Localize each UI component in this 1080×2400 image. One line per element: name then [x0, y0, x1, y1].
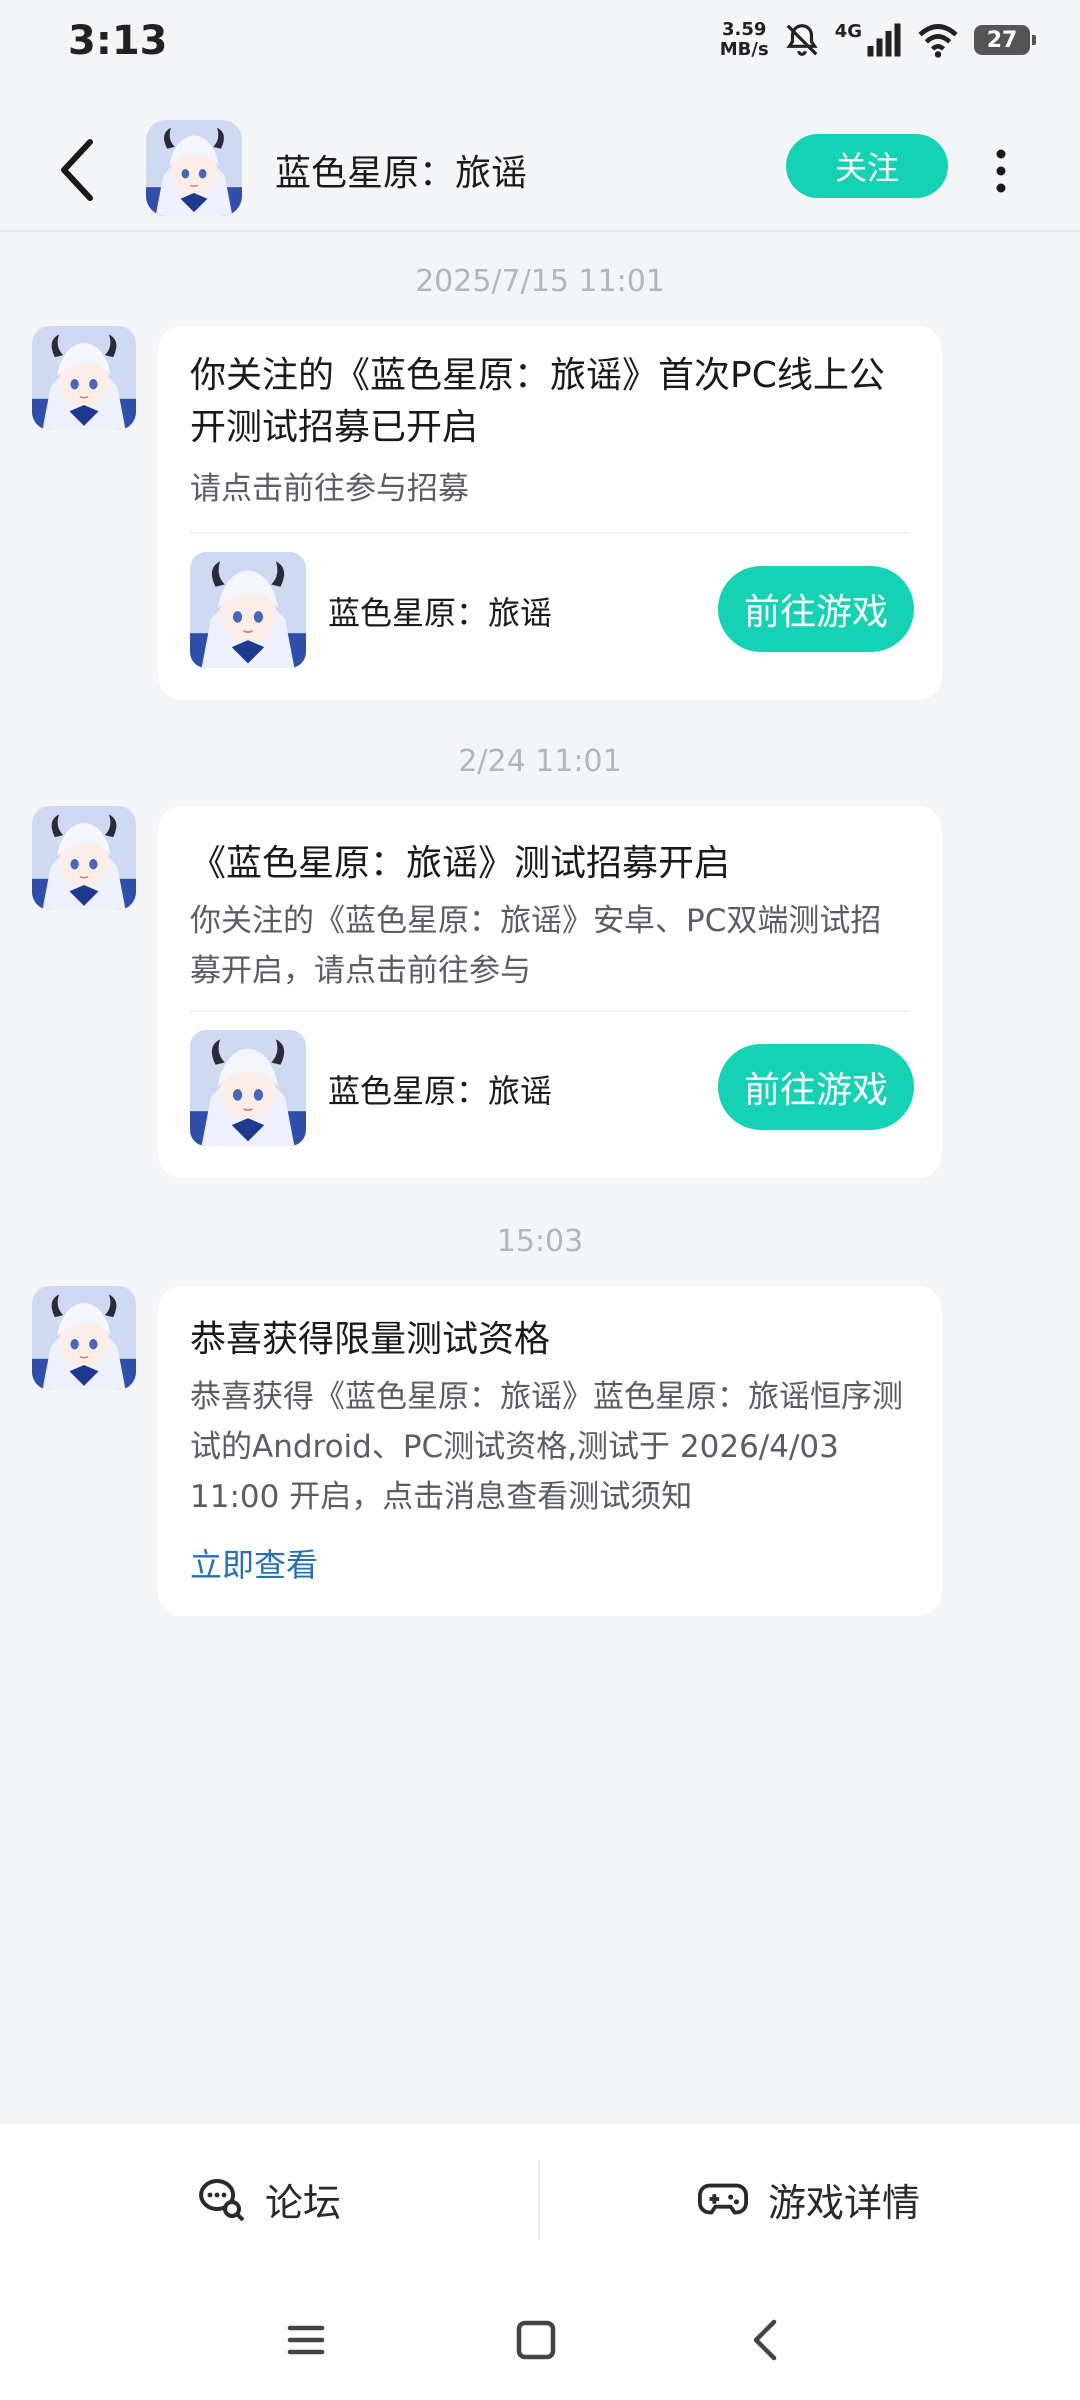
gamepad-icon: [697, 2183, 748, 2215]
message-body: 请点击前往参与招募: [190, 471, 469, 507]
page-title: 蓝色星原：旅谣: [275, 153, 528, 194]
nav-back-icon[interactable]: [736, 2310, 796, 2370]
game-name: 蓝色星原：旅谣: [328, 1072, 553, 1110]
header-divider: [0, 230, 1080, 232]
card-divider: [190, 532, 910, 534]
game-icon[interactable]: [190, 1030, 306, 1146]
more-options-icon[interactable]: [986, 146, 1016, 196]
status-bar: 3:13 3.59 MB/s 4G 27: [0, 0, 1080, 90]
message-title: 《蓝色星原：旅谣》测试招募开启: [190, 843, 731, 884]
forum-chat-icon: [199, 2179, 245, 2221]
network-type: 4G: [834, 20, 862, 42]
message-title: 你关注的《蓝色星原：旅谣》首次PC线上公开测试招募已开启: [190, 355, 885, 448]
game-icon[interactable]: [190, 552, 306, 668]
message-title: 恭喜获得限量测试资格: [190, 1319, 551, 1360]
battery-level: 27: [986, 27, 1018, 53]
tab-game-details[interactable]: 游戏详情: [540, 2124, 1078, 2274]
card-divider: [190, 1010, 910, 1012]
message-card[interactable]: 你关注的《蓝色星原：旅谣》首次PC线上公开测试招募已开启 请点击前往参与招募 蓝…: [158, 326, 942, 700]
sender-avatar[interactable]: [32, 326, 136, 430]
view-now-link[interactable]: 立即查看: [190, 1540, 318, 1586]
back-arrow-icon[interactable]: [48, 130, 108, 210]
message-timestamp: 15:03: [496, 1224, 584, 1259]
wifi-icon: [918, 24, 958, 58]
network-speed-unit: MB/s: [719, 39, 769, 60]
go-to-game-button[interactable]: 前往游戏: [718, 1044, 914, 1130]
follow-button[interactable]: 关注: [786, 134, 948, 198]
bottom-tab-bar: 论坛 游戏详情: [0, 2124, 1080, 2274]
go-to-game-button[interactable]: 前往游戏: [718, 566, 914, 652]
menu-icon[interactable]: [276, 2310, 336, 2370]
sender-avatar[interactable]: [32, 806, 136, 910]
battery-icon: 27: [974, 25, 1036, 55]
message-body: 你关注的《蓝色星原：旅谣》安卓、PC双端测试招募开启，请点击前往参与: [190, 903, 882, 989]
network-speed-value: 3.59: [722, 19, 767, 40]
message-timestamp: 2/24 11:01: [458, 744, 622, 779]
message-body: 恭喜获得《蓝色星原：旅谣》蓝色星原：旅谣恒序测试的Android、PC测试资格,…: [190, 1379, 903, 1515]
tab-game-details-label: 游戏详情: [767, 2180, 920, 2225]
status-time: 3:13: [68, 18, 168, 64]
game-name: 蓝色星原：旅谣: [328, 594, 553, 632]
tab-forum-label: 论坛: [264, 2180, 341, 2225]
signal-icon: [867, 23, 901, 57]
game-avatar[interactable]: [146, 120, 242, 216]
message-card[interactable]: 恭喜获得限量测试资格 恭喜获得《蓝色星原：旅谣》蓝色星原：旅谣恒序测试的Andr…: [158, 1286, 942, 1616]
mute-bell-icon: [786, 24, 818, 56]
home-icon[interactable]: [506, 2310, 566, 2370]
system-nav-bar: [0, 2274, 1080, 2400]
message-timestamp: 2025/7/15 11:01: [415, 264, 665, 299]
chat-header: 蓝色星原：旅谣 关注: [0, 110, 1080, 230]
tab-forum[interactable]: 论坛: [0, 2124, 538, 2274]
message-card[interactable]: 《蓝色星原：旅谣》测试招募开启 你关注的《蓝色星原：旅谣》安卓、PC双端测试招募…: [158, 806, 942, 1178]
network-speed: 3.59 MB/s: [720, 20, 769, 60]
sender-avatar[interactable]: [32, 1286, 136, 1390]
status-icons: 3.59 MB/s 4G 27: [720, 20, 1036, 60]
